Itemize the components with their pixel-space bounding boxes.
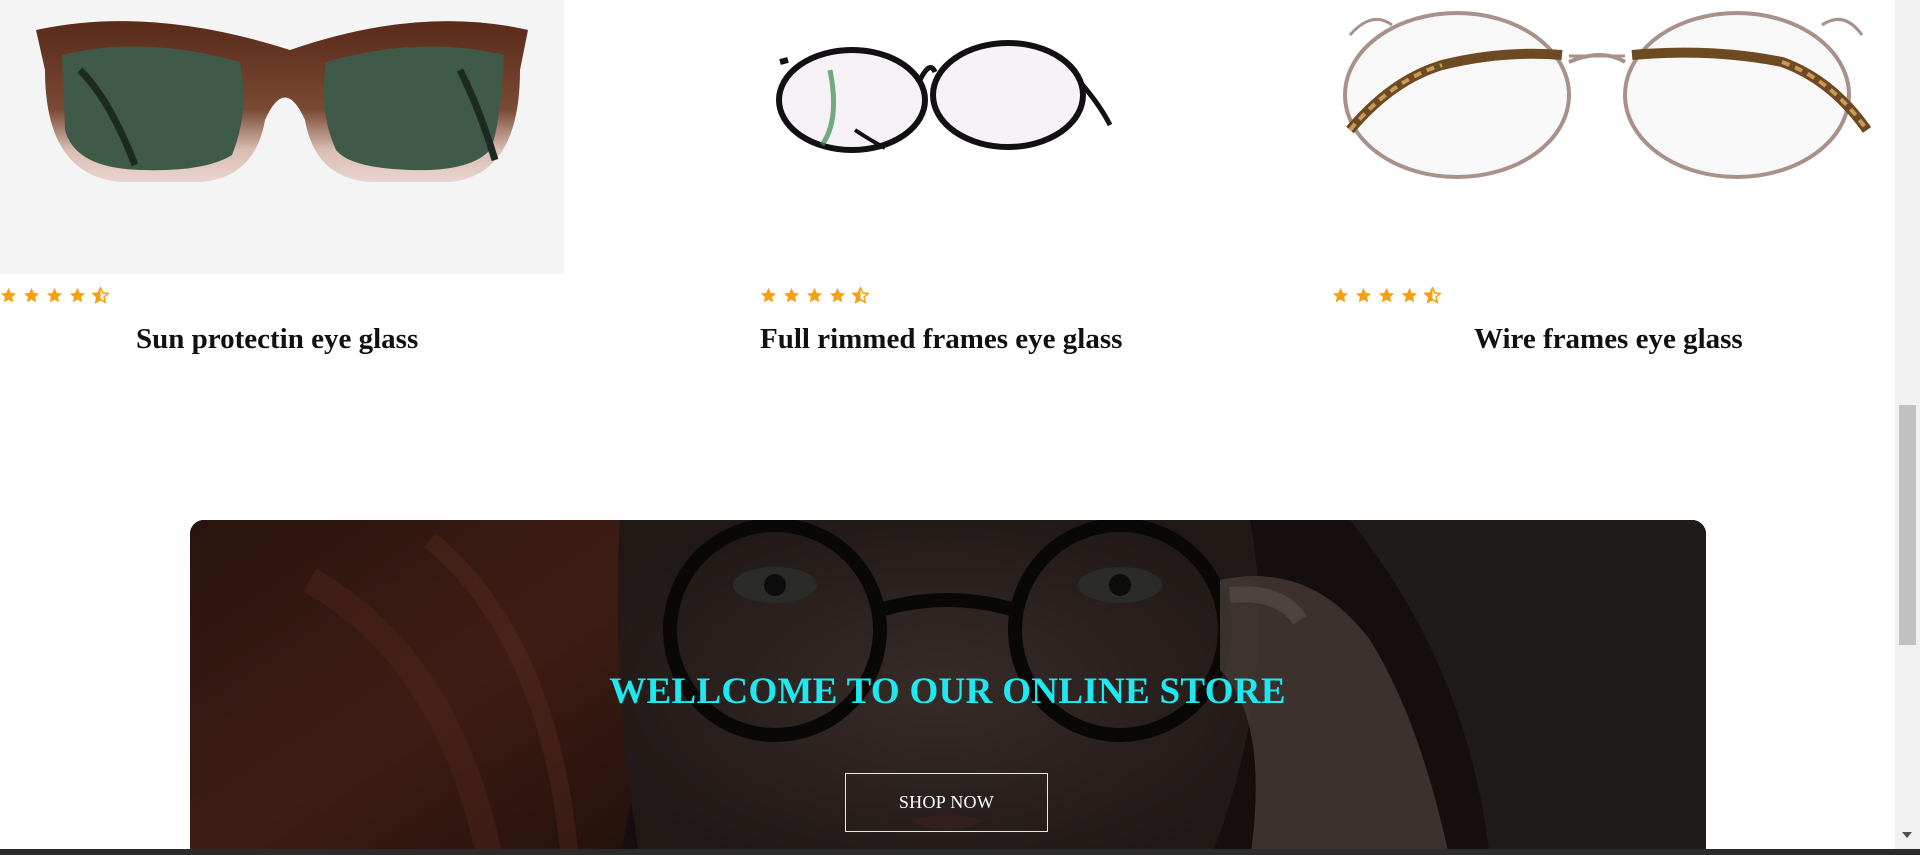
scroll-down-arrow-icon[interactable] (1902, 832, 1912, 838)
half-star-icon (92, 286, 109, 304)
window-bottom-edge (0, 849, 1920, 855)
product-title[interactable]: Full rimmed frames eye glass (760, 318, 1122, 360)
product-image-wire-frames[interactable] (1332, 0, 1880, 274)
star-icon (760, 287, 777, 302)
scrollbar-thumb[interactable] (1899, 405, 1916, 645)
product-image-full-rimmed[interactable] (760, 0, 1140, 274)
rating-stars (760, 285, 875, 305)
star-icon (783, 287, 800, 302)
rating-stars (1332, 285, 1447, 305)
product-title[interactable]: Wire frames eye glass (1474, 318, 1743, 360)
page: Sun protectin eye glass Full rimmed fram… (0, 0, 1920, 855)
half-star-icon (1424, 286, 1441, 304)
star-icon (69, 287, 86, 302)
black-frame-glasses-icon (776, 40, 1113, 153)
star-icon (1378, 287, 1395, 302)
rating-stars (0, 285, 115, 305)
star-icon (0, 287, 17, 302)
sunglasses-icon (36, 21, 528, 183)
star-icon (23, 287, 40, 302)
star-icon (1355, 287, 1372, 302)
star-icon (1401, 287, 1418, 302)
shop-now-button[interactable]: SHOP NOW (845, 773, 1048, 832)
hero-title: WELLCOME TO OUR ONLINE STORE (609, 671, 1286, 712)
page-scrollbar[interactable] (1895, 0, 1920, 849)
star-icon (1332, 287, 1349, 302)
page-content: Sun protectin eye glass Full rimmed fram… (0, 0, 1895, 849)
product-title[interactable]: Sun protectin eye glass (136, 318, 418, 360)
star-icon (46, 287, 63, 302)
half-star-icon (852, 286, 869, 304)
star-icon (829, 287, 846, 302)
wire-frame-glasses-icon (1343, 11, 1872, 179)
star-icon (806, 287, 823, 302)
product-image-sunglasses[interactable] (0, 0, 564, 274)
